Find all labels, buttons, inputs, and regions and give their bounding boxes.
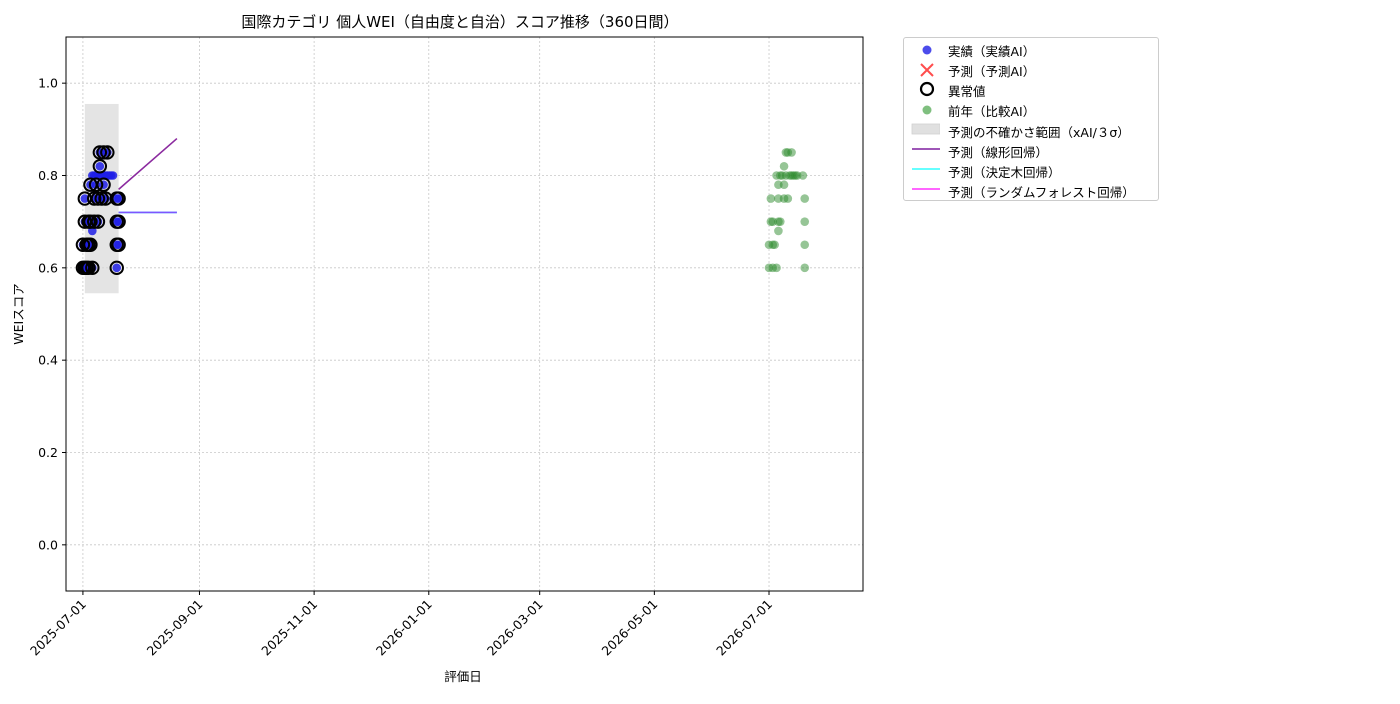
y-tick-label: 0.2 <box>38 445 58 460</box>
chart-container: 国際カテゴリ 個人WEI（自由度と自治）スコア推移（360日間） 0.0 0.2 0… <box>0 0 1400 700</box>
previous-year-point <box>800 240 810 250</box>
legend-item-forecast: 予測（予測AI） <box>904 59 1158 79</box>
previous-year-point <box>800 217 810 226</box>
legend-dot-icon <box>922 45 932 55</box>
legend-label: 予測（予測AI） <box>948 64 1036 79</box>
legend-label: 予測の不確かさ範囲（xAI/３σ） <box>948 125 1130 140</box>
legend-dot-icon <box>922 105 932 115</box>
legend-item-actual: 実績（実績AI） <box>904 39 1158 59</box>
legend-item-linear: 予測（線形回帰） <box>904 140 1158 160</box>
y-tick-label: 0.6 <box>38 260 58 275</box>
previous-year-point <box>787 148 796 157</box>
previous-year-point <box>798 171 808 180</box>
x-tick-label: 2025-07-01 <box>27 597 89 659</box>
x-axis-label: 評価日 <box>444 669 482 684</box>
previous-year-point <box>775 217 785 226</box>
chart-title: 国際カテゴリ 個人WEI（自由度と自治）スコア推移（360日間） <box>241 13 678 31</box>
legend-item-previous-year: 前年（比較AI） <box>904 99 1158 119</box>
axis-layer: 0.0 0.2 0.4 0.6 0.8 1.0 2025-07-01 2025-09-01 20… <box>27 76 775 659</box>
y-tick-label: 0.8 <box>38 168 58 183</box>
y-tick-label: 0.4 <box>38 353 58 368</box>
legend-band-icon <box>911 123 940 135</box>
y-axis-label: WEIスコア <box>11 283 26 344</box>
legend-line-icon <box>912 168 940 170</box>
previous-year-point <box>766 194 776 203</box>
legend-item-tree: 予測（決定木回帰） <box>904 160 1158 180</box>
previous-year-point <box>800 263 810 273</box>
legend-item-anomaly: 異常値 <box>904 79 1158 99</box>
previous-year-point <box>779 180 789 190</box>
x-tick-label: 2026-03-01 <box>484 597 546 659</box>
points-layer <box>75 145 810 276</box>
previous-year-point <box>774 226 783 236</box>
legend-label: 実績（実績AI） <box>948 44 1036 59</box>
legend-line-icon <box>912 148 940 150</box>
x-tick-label: 2026-01-01 <box>373 597 435 659</box>
legend-ring-icon <box>919 81 935 97</box>
legend-label: 前年（比較AI） <box>948 104 1036 119</box>
legend-label: 予測（ランダムフォレスト回帰） <box>948 185 1135 200</box>
x-tick-label: 2026-07-01 <box>713 597 775 659</box>
previous-year-point <box>770 240 779 250</box>
legend-line-icon <box>912 188 940 190</box>
previous-year-point <box>772 263 781 273</box>
legend-x-icon <box>920 63 934 77</box>
grid-layer <box>66 37 863 591</box>
legend-label: 異常値 <box>948 84 986 99</box>
x-tick-label: 2025-09-01 <box>144 597 206 659</box>
previous-year-point <box>783 194 793 203</box>
chart-svg: 国際カテゴリ 個人WEI（自由度と自治）スコア推移（360日間） 0.00.20… <box>11 13 864 684</box>
legend-item-uncertainty: 予測の不確かさ範囲（xAI/３σ） <box>904 120 1158 140</box>
y-tick-label: 0.0 <box>38 537 58 552</box>
legend-label: 予測（線形回帰） <box>948 145 1049 160</box>
actual-point <box>95 161 105 171</box>
legend: 実績（実績AI） 予測（予測AI） 異常値 前年（比較AI） 予測の不確かさ範囲… <box>903 37 1159 201</box>
y-tick-label: 1.0 <box>38 76 58 91</box>
prediction-line <box>118 137 178 190</box>
legend-label: 予測（決定木回帰） <box>948 165 1061 180</box>
actual-point <box>108 171 118 180</box>
previous-year-point <box>800 194 810 203</box>
x-tick-label: 2026-05-01 <box>598 597 660 659</box>
previous-year-point <box>779 161 789 171</box>
legend-item-forest: 予測（ランダムフォレスト回帰） <box>904 180 1158 200</box>
actual-point <box>112 263 122 273</box>
plot-frame <box>65 36 864 592</box>
x-tick-label: 2025-11-01 <box>258 597 320 659</box>
